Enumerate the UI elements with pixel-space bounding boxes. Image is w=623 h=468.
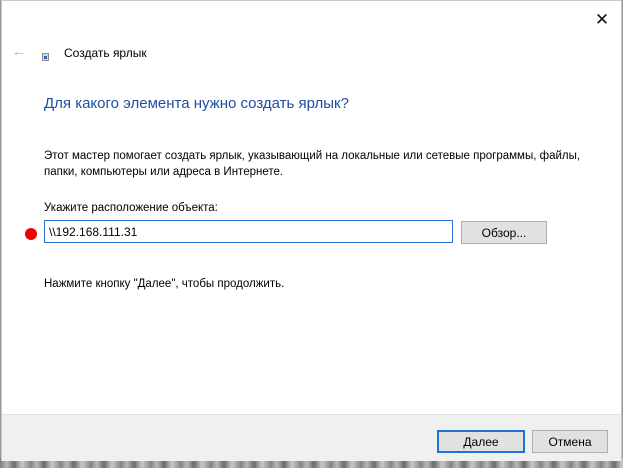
shortcut-wizard-icon — [42, 53, 49, 61]
wizard-description: Этот мастер помогает создать ярлык, указ… — [44, 150, 581, 178]
browse-button[interactable]: Обзор... — [461, 221, 547, 244]
location-label: Укажите расположение объекта: — [44, 202, 218, 214]
create-shortcut-dialog: ✕ ← Создать ярлык Для какого элемента ну… — [1, 0, 622, 461]
close-icon[interactable]: ✕ — [587, 7, 617, 33]
dialog-title: Создать ярлык — [64, 46, 147, 60]
dialog-footer: Далее Отмена — [2, 414, 621, 461]
back-arrow-icon[interactable]: ← — [8, 41, 30, 63]
next-button[interactable]: Далее — [437, 430, 525, 453]
location-input[interactable] — [44, 220, 453, 243]
cancel-button[interactable]: Отмена — [532, 430, 608, 453]
red-marker-dot — [25, 228, 37, 240]
page-heading: Для какого элемента нужно создать ярлык? — [44, 95, 349, 112]
continue-hint: Нажмите кнопку "Далее", чтобы продолжить… — [44, 278, 285, 290]
